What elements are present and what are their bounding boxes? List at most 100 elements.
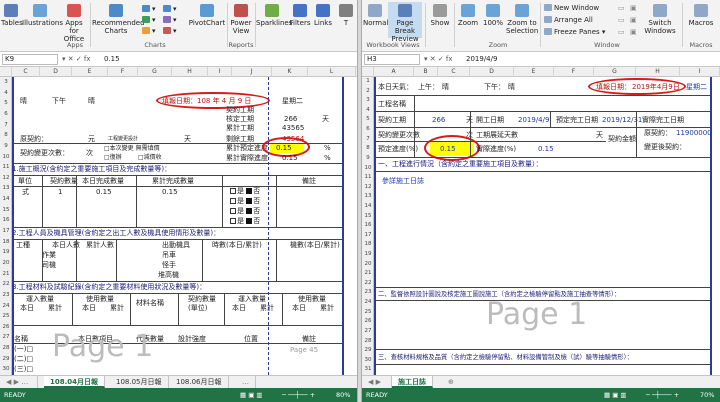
name-box[interactable]: K9 <box>2 54 58 65</box>
tab-108-06[interactable]: 108.06月日報 <box>170 376 229 388</box>
row-header[interactable]: 19 <box>0 247 12 258</box>
col-header[interactable]: K <box>272 67 308 77</box>
fx-icon[interactable]: ▾ ✕ ✓ fx <box>62 54 91 65</box>
row-header[interactable]: 1 <box>362 77 374 87</box>
row-header[interactable]: 21 <box>0 269 12 280</box>
tab-construction-log[interactable]: 施工日誌 <box>392 376 433 388</box>
row-header[interactable]: 11 <box>0 162 12 173</box>
row-header[interactable]: 22 <box>362 279 374 289</box>
row-header[interactable]: 10 <box>0 152 12 163</box>
col-header[interactable]: D <box>40 67 72 77</box>
col-header[interactable]: E <box>514 67 554 77</box>
row-header[interactable]: 23 <box>362 288 374 298</box>
col-header[interactable]: C <box>12 67 40 77</box>
zoom-100-button[interactable]: 100% <box>482 4 504 27</box>
zoom-slider[interactable]: ─ ──┼── + <box>282 388 315 402</box>
sync-scroll-button[interactable]: ▣ <box>630 16 637 25</box>
row-header[interactable]: 16 <box>362 221 374 231</box>
formula-input[interactable]: 0.15 <box>104 54 120 65</box>
row-header[interactable]: 6 <box>362 125 374 135</box>
side-by-side-button[interactable]: ▣ <box>630 4 637 13</box>
col-header[interactable]: B <box>414 67 438 77</box>
zoom-level[interactable]: 80% <box>336 388 350 402</box>
row-header[interactable]: 29 <box>0 354 12 365</box>
row-header[interactable]: 5 <box>0 98 12 109</box>
checkbox[interactable] <box>230 188 236 194</box>
power-view-button[interactable]: Power View <box>229 4 253 35</box>
row-header[interactable]: 13 <box>362 192 374 202</box>
checkbox[interactable] <box>246 218 253 224</box>
row-header[interactable]: 14 <box>0 194 12 205</box>
col-header[interactable]: D <box>470 67 514 77</box>
checkbox-row[interactable]: 是 否 <box>230 197 260 206</box>
row-header[interactable]: 22 <box>0 279 12 290</box>
add-sheet-button[interactable]: … <box>236 376 256 388</box>
tables-button[interactable]: Tables <box>1 4 23 27</box>
hide-button[interactable]: ▭ <box>618 16 625 25</box>
row-header[interactable]: 20 <box>0 258 12 269</box>
checkbox[interactable] <box>230 198 236 204</box>
row-header[interactable]: 25 <box>0 311 12 322</box>
col-header[interactable]: L <box>308 67 356 77</box>
name-box[interactable]: H3 <box>364 54 420 65</box>
row-header[interactable]: 14 <box>362 202 374 212</box>
checkbox-row[interactable]: 是 否 <box>230 187 260 196</box>
row-header[interactable]: 15 <box>0 205 12 216</box>
col-header[interactable]: G <box>594 67 636 77</box>
fx-icon[interactable]: ▾ ✕ ✓ fx <box>424 54 453 65</box>
arrange-all-button[interactable]: Arrange All <box>544 16 593 25</box>
row-header[interactable]: 18 <box>362 240 374 250</box>
col-header[interactable]: H <box>636 67 680 77</box>
col-header[interactable]: I <box>208 67 232 77</box>
col-header[interactable]: H <box>172 67 208 77</box>
view-buttons[interactable]: ▦ ▣ ▥ <box>604 388 627 402</box>
add-sheet-button[interactable]: ⊕ <box>442 376 460 388</box>
row-header[interactable]: 24 <box>0 301 12 312</box>
row-header[interactable]: 2 <box>362 87 374 97</box>
right-sheet-grid[interactable]: 本日天氣： 上午： 晴 下午： 晴 填報日期： 2019年4月9日 星期二 工程… <box>374 77 720 375</box>
pie-chart-button[interactable]: ▾ <box>142 27 156 36</box>
row-header[interactable]: 12 <box>0 173 12 184</box>
col-header[interactable]: J <box>232 67 272 77</box>
formula-input[interactable]: 2019/4/9 <box>466 54 497 65</box>
row-header[interactable]: 4 <box>362 106 374 116</box>
text-button[interactable]: T <box>338 4 354 27</box>
row-header[interactable]: 12 <box>362 183 374 193</box>
col-header[interactable]: F <box>108 67 138 77</box>
row-header[interactable]: 21 <box>362 269 374 279</box>
row-header[interactable]: 17 <box>362 231 374 241</box>
row-header[interactable]: 25 <box>362 308 374 318</box>
tab-scroll-arrows[interactable]: ◀ ▶ <box>362 376 392 388</box>
split-button[interactable]: ▭ <box>618 4 625 13</box>
checkbox[interactable] <box>246 198 253 204</box>
switch-windows-button[interactable]: Switch Windows <box>640 4 680 35</box>
zoom-button[interactable]: Zoom <box>456 4 480 27</box>
row-header[interactable]: 3 <box>362 96 374 106</box>
page-break-preview-button[interactable]: Page Break Preview <box>388 2 422 43</box>
column-chart-button[interactable]: ▾ <box>142 5 156 14</box>
row-header[interactable]: 7 <box>362 135 374 145</box>
col-header[interactable]: C <box>438 67 470 77</box>
row-header[interactable]: 24 <box>362 298 374 308</box>
row-header[interactable]: 19 <box>362 250 374 260</box>
row-header[interactable]: 29 <box>362 346 374 356</box>
row-header[interactable]: 18 <box>0 237 12 248</box>
page-border-line[interactable] <box>374 77 376 375</box>
checkbox[interactable] <box>246 208 253 214</box>
area-chart-button[interactable]: ▾ <box>163 16 177 25</box>
row-header[interactable]: 28 <box>0 343 12 354</box>
row-header[interactable]: 28 <box>362 337 374 347</box>
row-header[interactable]: 17 <box>0 226 12 237</box>
zoom-to-selection-button[interactable]: Zoom to Selection <box>506 4 538 35</box>
checkbox[interactable] <box>230 208 236 214</box>
row-header[interactable]: 4 <box>0 88 12 99</box>
row-header[interactable]: 30 <box>0 364 12 375</box>
freeze-panes-button[interactable]: Freeze Panes ▾ <box>544 28 605 37</box>
row-header[interactable]: 13 <box>0 183 12 194</box>
checkbox-row[interactable]: 是 否 <box>230 207 260 216</box>
checkbox[interactable] <box>246 188 253 194</box>
row-header[interactable]: 8 <box>0 130 12 141</box>
left-sheet-grid[interactable]: 晴 下午 晴 填報日期：108 年 4 月 9 日 星期二 契約工期 核定工期 … <box>12 77 357 375</box>
select-all[interactable] <box>362 67 374 77</box>
scatter-chart-button[interactable]: ▾ <box>163 27 177 36</box>
